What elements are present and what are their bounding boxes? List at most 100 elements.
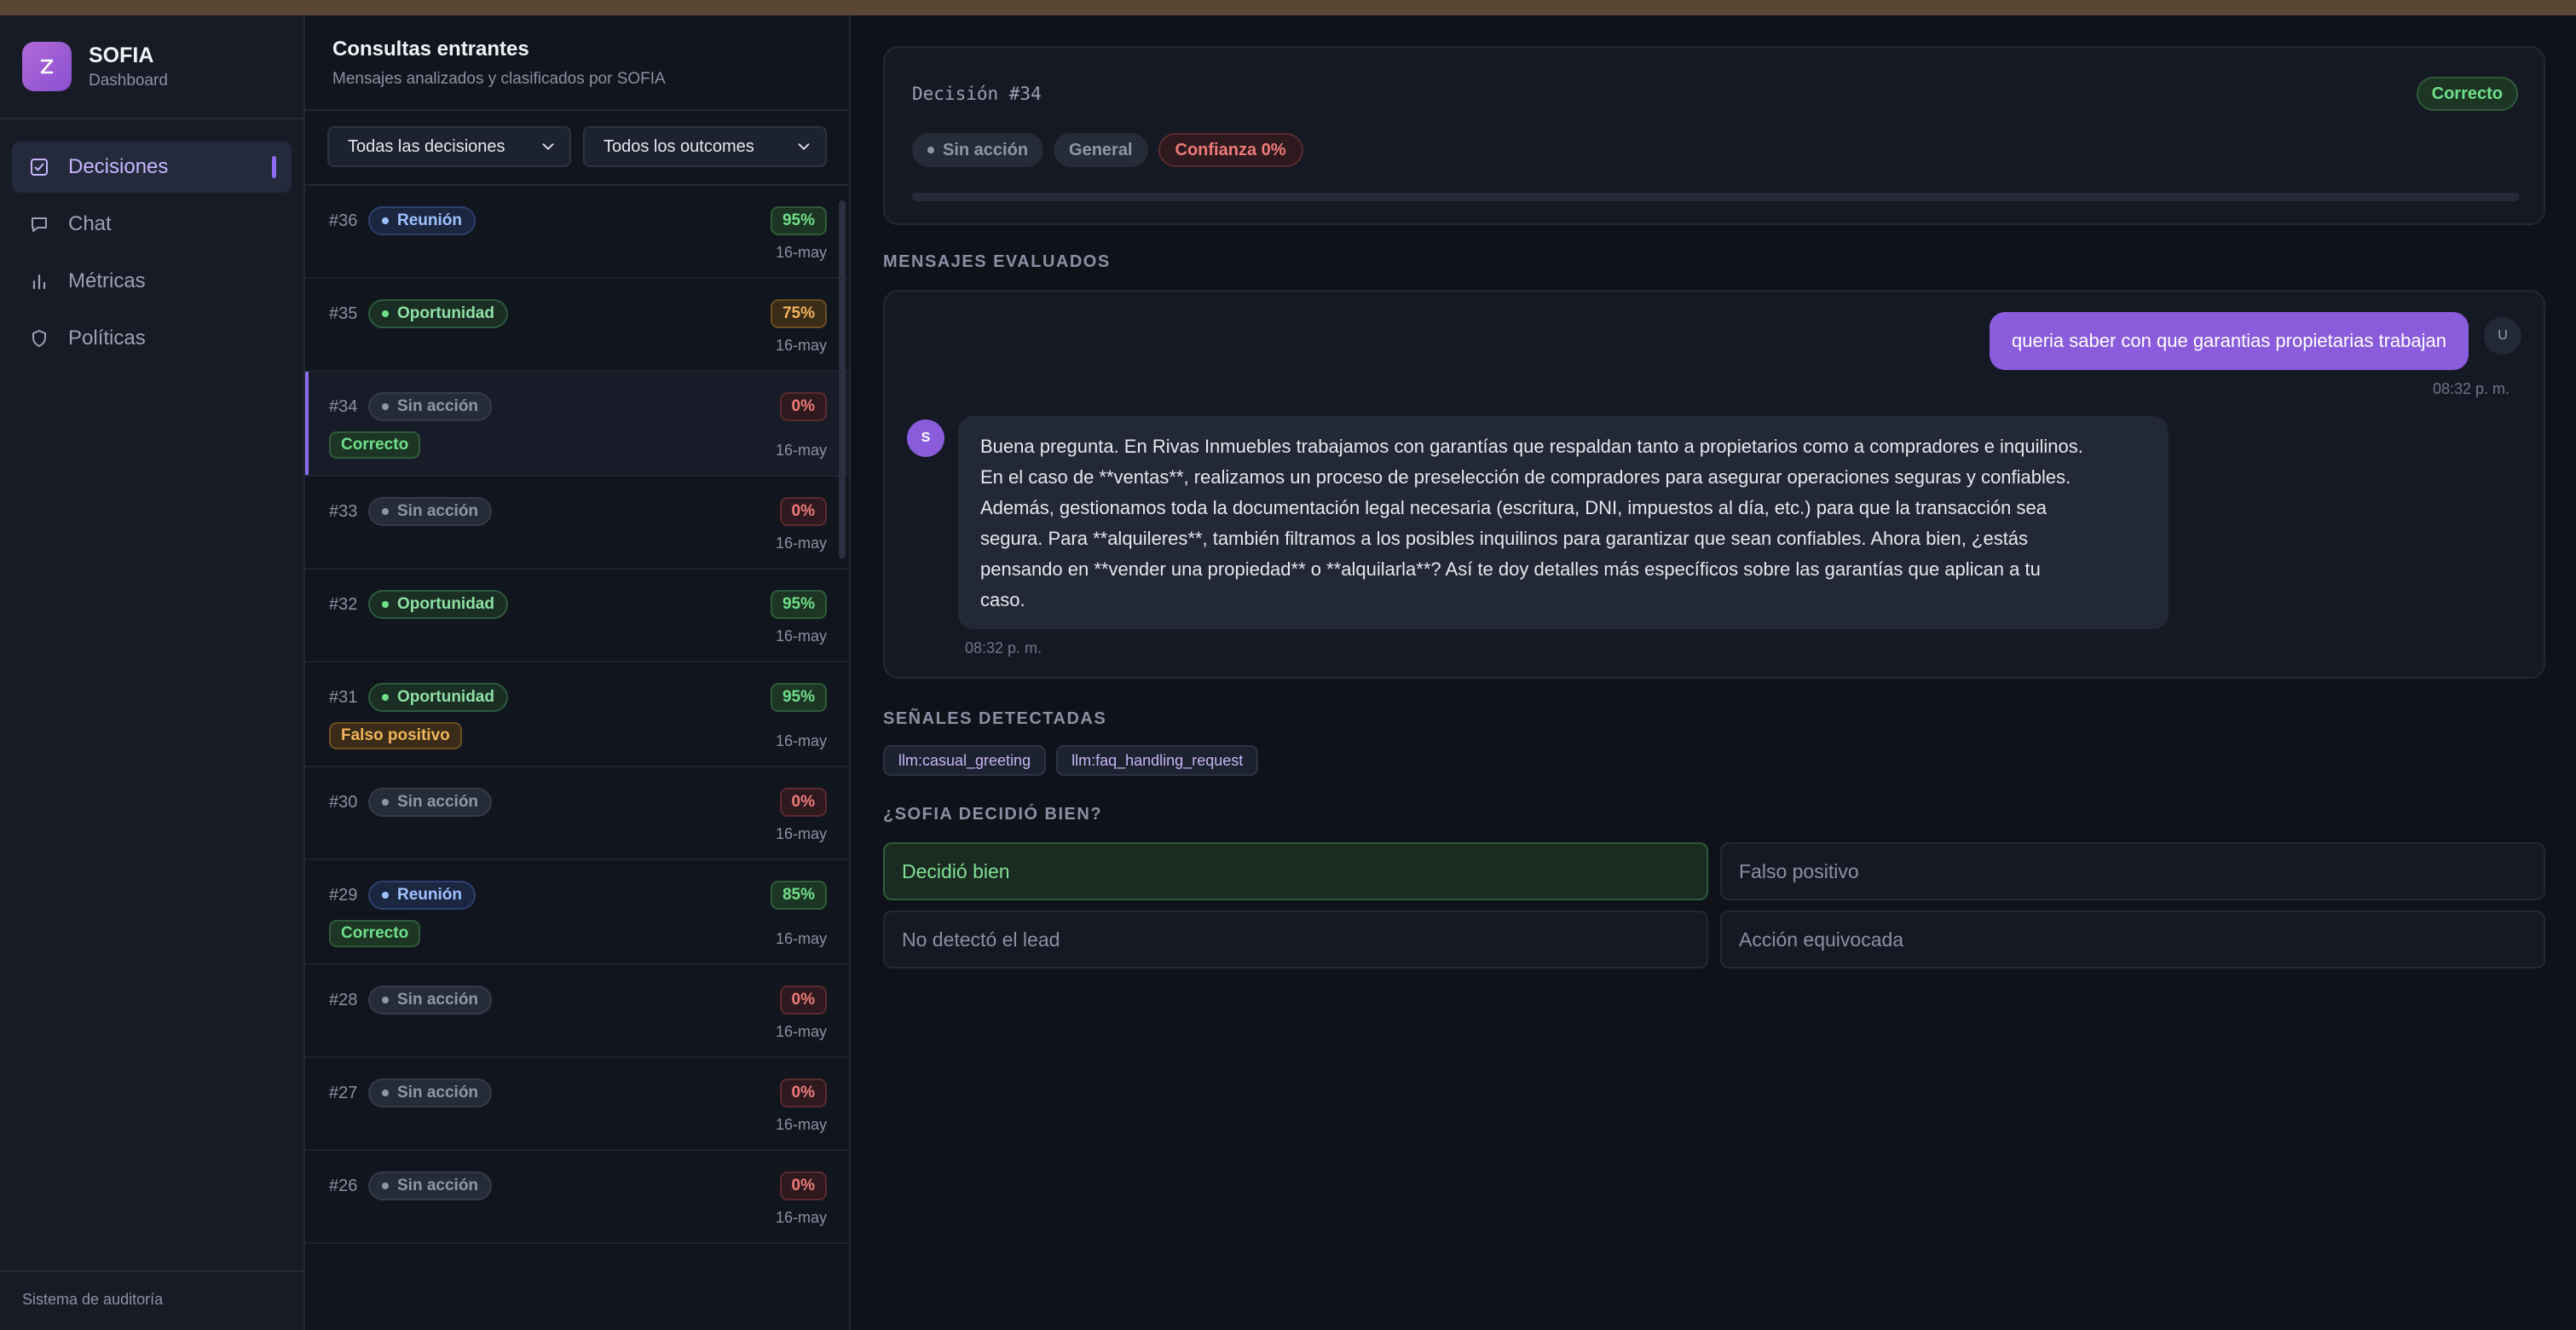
inquiry-row[interactable]: #29 Reunión 85% Correcto 16-may — [305, 860, 849, 965]
category-chip: General — [1054, 133, 1148, 167]
dot-icon — [382, 508, 389, 515]
panel-subtitle: Mensajes analizados y clasificados por S… — [332, 70, 666, 88]
inquiry-row[interactable]: #35 Oportunidad 75% 16-may — [305, 279, 849, 372]
dot-icon — [382, 1183, 389, 1189]
confidence-badge: 0% — [779, 788, 827, 817]
confidence-badge: 85% — [770, 881, 827, 910]
bot-message-line: caso. — [980, 589, 1025, 610]
inquiry-row-selected[interactable]: #34 Sin acción 0% Correcto 16-may — [305, 372, 849, 477]
bot-message-line: Buena pregunta. En Rivas Inmuebles traba… — [980, 436, 2083, 457]
confidence-badge: 95% — [770, 683, 827, 712]
decision-tag: Sin acción — [368, 497, 493, 526]
messages-section-title: MENSAJES EVALUADOS — [883, 252, 1111, 271]
sidebar-item-politicas[interactable]: Políticas — [12, 313, 292, 364]
signal-tag: llm:faq_handling_request — [1056, 745, 1259, 776]
panel-title: Consultas entrantes — [332, 38, 529, 61]
decision-filter-value: Todas las decisiones — [348, 136, 505, 156]
inquiry-id: #33 — [329, 501, 358, 521]
inquiry-row[interactable]: #27 Sin acción 0% 16-may — [305, 1058, 849, 1151]
inquiry-row[interactable]: #30 Sin acción 0% 16-may — [305, 767, 849, 860]
inquiry-date: 16-may — [775, 337, 827, 354]
decision-tag: Oportunidad — [368, 683, 508, 712]
sidebar-item-label: Políticas — [68, 327, 146, 350]
feedback-section-title: ¿SOFIA DECIDIÓ BIEN? — [883, 805, 1103, 824]
outcome-tag: Falso positivo — [329, 722, 462, 749]
inquiry-row[interactable]: #32 Oportunidad 95% 16-may — [305, 570, 849, 662]
inquiries-panel: Consultas entrantes Mensajes analizados … — [305, 15, 851, 1330]
inquiry-row[interactable]: #28 Sin acción 0% 16-may — [305, 965, 849, 1058]
dot-icon — [382, 1090, 389, 1096]
user-avatar: U — [2484, 317, 2521, 355]
inquiry-date: 16-may — [775, 825, 827, 842]
bar-chart-icon — [29, 271, 49, 292]
sofia-logo-icon — [22, 42, 72, 91]
bot-message-time: 08:32 p. m. — [965, 639, 1043, 656]
inquiry-row[interactable]: #33 Sin acción 0% 16-may — [305, 477, 849, 570]
confidence-badge: 95% — [770, 206, 827, 235]
messages-card: queria saber con que garantias propietar… — [883, 290, 2545, 679]
decision-tag: Sin acción — [368, 1078, 493, 1107]
confidence-badge: 0% — [779, 497, 827, 526]
outcome-filter-select[interactable]: Todos los outcomes — [583, 126, 827, 167]
inquiry-id: #32 — [329, 594, 358, 614]
dot-icon — [382, 694, 389, 701]
confidence-badge: 0% — [779, 392, 827, 421]
outcome-tag: Correcto — [329, 431, 421, 459]
sidebar: SOFIA Dashboard Decisiones Chat Métricas — [0, 15, 305, 1330]
confidence-badge: 0% — [779, 986, 827, 1015]
sidebar-item-label: Métricas — [68, 269, 146, 292]
signals-section-title: SEÑALES DETECTADAS — [883, 709, 1107, 728]
dot-icon — [382, 799, 389, 806]
user-message: queria saber con que garantias propietar… — [1990, 312, 2469, 370]
feedback-option-decidio-bien[interactable]: Decidió bien — [883, 842, 1708, 900]
list-scrollbar[interactable] — [839, 200, 846, 558]
dot-icon — [927, 147, 934, 153]
decision-card: Decisión #34 Correcto Sin acción General… — [883, 46, 2545, 225]
sidebar-item-label: Decisiones — [68, 155, 169, 178]
confidence-chip: Confianza 0% — [1158, 133, 1303, 167]
inquiry-date: 16-may — [775, 627, 827, 645]
signals-list: llm:casual_greeting llm:faq_handling_req… — [883, 745, 1259, 776]
decision-tag: Reunión — [368, 206, 476, 235]
bot-message: Buena pregunta. En Rivas Inmuebles traba… — [958, 416, 2169, 629]
confidence-badge: 0% — [779, 1078, 827, 1107]
sidebar-item-chat[interactable]: Chat — [12, 199, 292, 250]
inquiry-date: 16-may — [775, 535, 827, 552]
inquiry-date: 16-may — [775, 1023, 827, 1040]
chevron-down-icon — [798, 143, 810, 150]
brand-subtitle: Dashboard — [89, 71, 168, 90]
signal-tag: llm:casual_greeting — [883, 745, 1047, 776]
decision-tag: Reunión — [368, 881, 476, 910]
inquiry-id: #28 — [329, 990, 358, 1009]
action-chip: Sin acción — [912, 133, 1044, 167]
sidebar-item-metricas[interactable]: Métricas — [12, 256, 292, 307]
inquiry-row[interactable]: #31 Oportunidad 95% Falso positivo 16-ma… — [305, 662, 849, 767]
decision-filter-select[interactable]: Todas las decisiones — [327, 126, 571, 167]
window-top-bar — [0, 0, 2576, 15]
dot-icon — [382, 997, 389, 1003]
inquiry-id: #36 — [329, 211, 358, 230]
bot-message-line: En el caso de **ventas**, realizamos un … — [980, 466, 2071, 488]
inquiry-row[interactable]: #36 Reunión 95% 16-may — [305, 186, 849, 279]
inquiry-list: #36 Reunión 95% 16-may #35 Oportunidad 7… — [305, 186, 849, 1244]
sidebar-item-decisiones[interactable]: Decisiones — [12, 142, 292, 193]
confidence-badge: 95% — [770, 590, 827, 619]
feedback-option-accion-equivocada[interactable]: Acción equivocada — [1720, 911, 2545, 969]
inquiry-row[interactable]: #26 Sin acción 0% 16-may — [305, 1151, 849, 1244]
inquiry-id: #34 — [329, 396, 358, 416]
dot-icon — [382, 310, 389, 317]
inquiry-date: 16-may — [775, 1209, 827, 1226]
status-badge: Correcto — [2416, 77, 2518, 111]
sidebar-footer: Sistema de auditoría — [0, 1270, 303, 1330]
inquiry-id: #27 — [329, 1083, 358, 1102]
decision-tag: Sin acción — [368, 788, 493, 817]
feedback-option-falso-positivo[interactable]: Falso positivo — [1720, 842, 2545, 900]
sidebar-item-label: Chat — [68, 212, 112, 235]
feedback-option-no-detecto[interactable]: No detectó el lead — [883, 911, 1708, 969]
inquiry-id: #31 — [329, 687, 358, 707]
outcome-filter-value: Todos los outcomes — [604, 136, 754, 156]
dot-icon — [382, 403, 389, 410]
shield-icon — [29, 328, 49, 349]
inquiry-id: #30 — [329, 792, 358, 812]
dot-icon — [382, 892, 389, 899]
